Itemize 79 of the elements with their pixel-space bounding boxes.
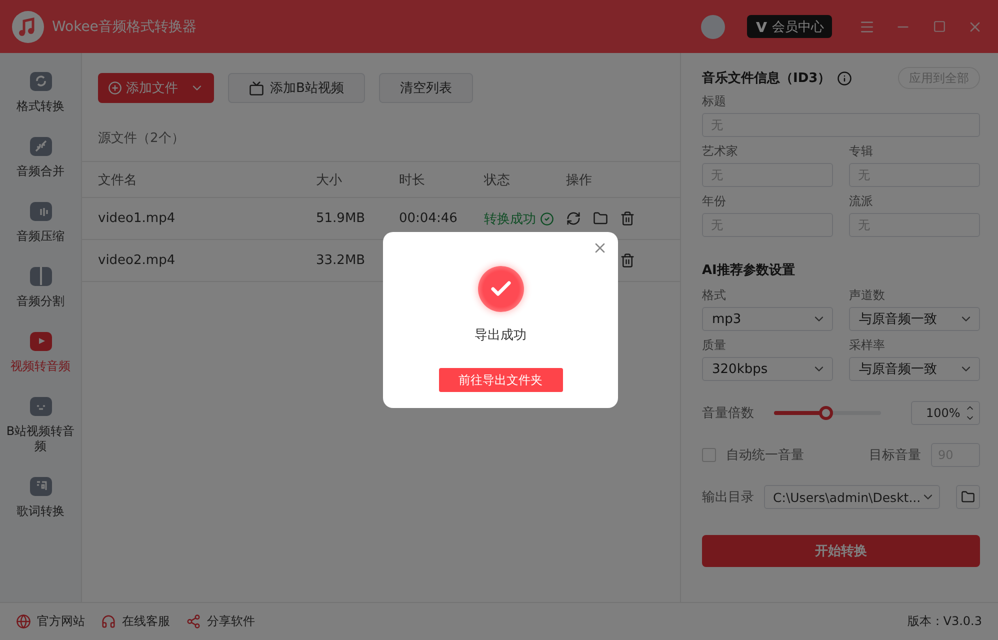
- sidebar-item[interactable]: 音频压缩: [2, 199, 80, 244]
- audio-bars-icon: [28, 199, 52, 223]
- file-size: 51.9MB: [316, 211, 366, 226]
- dropdown[interactable]: 与原音频一致: [849, 357, 980, 381]
- column-header: 大小: [316, 172, 343, 188]
- file-name: video2.mp4: [98, 253, 176, 268]
- info-icon[interactable]: [836, 70, 852, 86]
- field-label: 标题: [702, 93, 727, 110]
- section-title: AI推荐参数设置: [702, 262, 795, 279]
- output-label: 输出目录: [702, 489, 754, 506]
- dropdown[interactable]: 与原音频一致: [849, 307, 980, 331]
- checkbox-label: 自动统一音量: [726, 447, 804, 464]
- swap-icon: [28, 69, 52, 93]
- clear-list-button[interactable]: 清空列表: [379, 73, 473, 103]
- plus-icon: [108, 81, 122, 95]
- field-label: 年份: [702, 193, 727, 210]
- trash-icon[interactable]: [620, 211, 635, 226]
- trash-icon[interactable]: [620, 253, 635, 268]
- check-circle-icon: [540, 212, 554, 226]
- share-icon: [186, 614, 201, 629]
- globe-icon: [16, 614, 31, 629]
- section-title: 音乐文件信息（ID3）: [702, 70, 831, 87]
- dropdown[interactable]: 320kbps: [702, 357, 833, 381]
- file-size: 33.2MB: [316, 253, 366, 268]
- sidebar-item[interactable]: 音频合并: [2, 134, 80, 179]
- folder-icon[interactable]: [593, 211, 608, 226]
- tv-icon: [28, 394, 52, 418]
- play-icon: [28, 329, 52, 353]
- split-icon: [28, 264, 52, 288]
- folder-icon: [961, 490, 975, 504]
- sidebar-item[interactable]: 音频分割: [2, 264, 80, 309]
- field-label: 格式: [702, 287, 727, 304]
- headset-icon: [101, 614, 116, 629]
- file-name: video1.mp4: [98, 211, 176, 226]
- output-path-dropdown[interactable]: C:\Users\admin\Deskt...: [764, 485, 940, 509]
- user-avatar[interactable]: [701, 14, 725, 38]
- volume-spinbox[interactable]: 100%: [911, 401, 980, 425]
- open-export-folder-button[interactable]: 前往导出文件夹: [438, 368, 562, 392]
- vip-button[interactable]: 会员中心: [747, 15, 832, 38]
- field-label: 声道数: [849, 287, 886, 304]
- dialog-message: 导出成功: [474, 327, 526, 344]
- tv-icon: [249, 80, 264, 96]
- field-label: 采样率: [849, 337, 886, 354]
- volume-label: 音量倍数: [702, 405, 754, 422]
- file-duration: 00:04:46: [399, 211, 458, 226]
- field-label: 艺术家: [702, 143, 739, 160]
- field-label: 流派: [849, 193, 874, 210]
- checkbox[interactable]: [702, 448, 716, 462]
- footer-link[interactable]: 在线客服: [101, 613, 170, 630]
- menu-icon[interactable]: [859, 18, 875, 34]
- status-text: 转换成功: [484, 210, 536, 228]
- sidebar-item[interactable]: 格式转换: [2, 69, 80, 114]
- source-files-title: 源文件（2个）: [82, 103, 680, 162]
- target-volume-label: 目标音量: [869, 447, 921, 464]
- slider-thumb[interactable]: [819, 406, 834, 420]
- column-header: 文件名: [98, 172, 138, 188]
- field-label: 质量: [702, 337, 727, 354]
- add-file-button[interactable]: 添加文件: [98, 73, 214, 103]
- version-text: 版本：V3.0.3: [907, 613, 982, 630]
- column-header: 状态: [484, 172, 511, 188]
- success-check-icon: [478, 266, 524, 312]
- app-logo-icon: [12, 10, 44, 42]
- maximize-icon[interactable]: [932, 20, 946, 33]
- window-title: Wokee音频格式转换器: [52, 18, 198, 36]
- sidebar-item[interactable]: B站视频转音频: [2, 394, 80, 454]
- sidebar-item[interactable]: 歌词转换: [2, 474, 80, 519]
- lyrics-icon: [28, 474, 52, 498]
- footer-link[interactable]: 官方网站: [16, 613, 85, 630]
- browse-folder-button[interactable]: [956, 485, 980, 509]
- add-bilibili-button[interactable]: 添加B站视频: [228, 73, 365, 103]
- v-icon: [755, 20, 768, 32]
- start-convert-button[interactable]: 开始转换: [702, 535, 980, 567]
- column-header: 操作: [566, 172, 593, 188]
- refresh-icon[interactable]: [566, 211, 581, 226]
- dropdown[interactable]: mp3: [702, 307, 833, 331]
- sidebar-item[interactable]: 视频转音频: [2, 329, 80, 374]
- footer-link[interactable]: 分享软件: [186, 613, 255, 630]
- column-header: 时长: [399, 172, 426, 188]
- field-label: 专辑: [849, 143, 874, 160]
